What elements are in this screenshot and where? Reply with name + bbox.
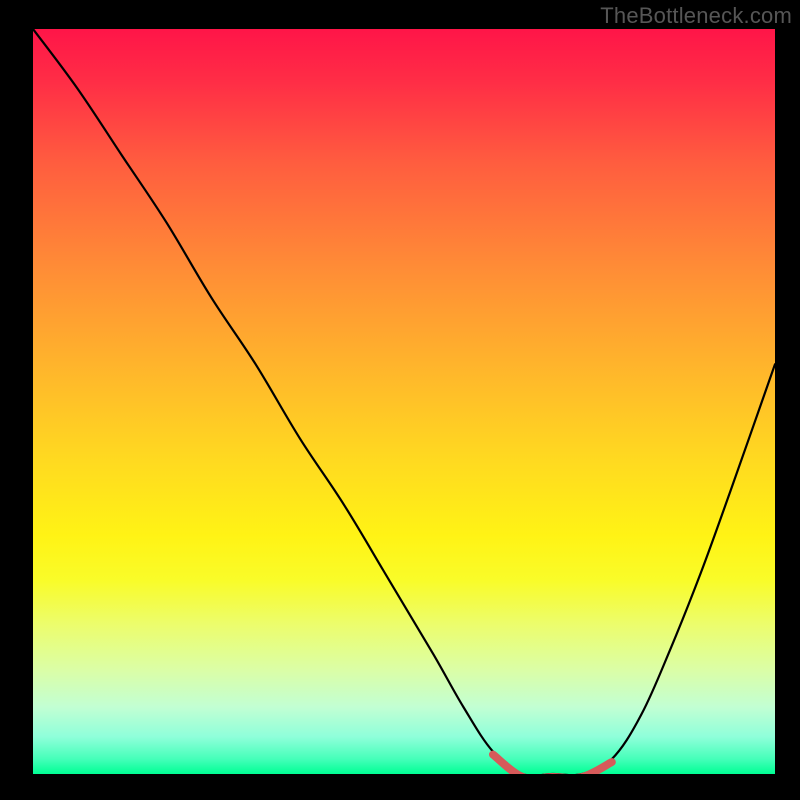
chart-frame: TheBottleneck.com (0, 0, 800, 800)
optimal-marker-svg (33, 29, 775, 774)
watermark-text: TheBottleneck.com (600, 3, 792, 29)
optimal-marker-path (493, 755, 612, 774)
plot-area (33, 29, 775, 774)
